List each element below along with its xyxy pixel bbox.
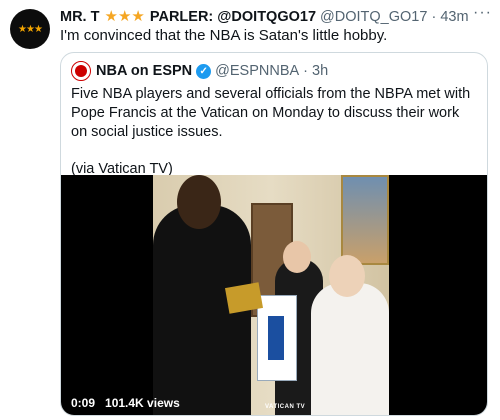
author-handle[interactable]: @DOITQ_GO17 <box>320 9 427 25</box>
tweet-time[interactable]: 43m <box>440 9 468 25</box>
video-frame: VATICAN TV <box>153 175 389 415</box>
quoted-tweet-header: NBA on ESPN ✓ @ESPNNBA · 3h <box>71 61 328 81</box>
pope-figure <box>311 283 389 415</box>
tweet-header: MR. T ★★★ PARLER: @DOITQGO17 @DOITQ_GO17… <box>60 7 490 27</box>
author-avatar[interactable]: ★★★ <box>10 9 50 49</box>
quoted-tweet-time: 3h <box>312 63 329 79</box>
pope-head <box>329 255 365 297</box>
verified-badge-icon: ✓ <box>196 63 212 79</box>
author-name[interactable]: MR. T <box>60 9 99 25</box>
quoted-author-handle: @ESPNNBA <box>215 63 300 79</box>
video-overlay: 0:09 101.4K views <box>71 396 180 410</box>
quoted-tweet-text: Five NBA players and several officials f… <box>71 85 476 179</box>
video-watermark: VATICAN TV <box>265 404 306 410</box>
more-options-icon[interactable]: ··· <box>473 4 492 22</box>
tweet-text: I'm convinced that the NBA is Satan's li… <box>60 27 388 44</box>
avatar-stars: ★★★ <box>18 23 43 35</box>
quoted-separator: · <box>303 63 309 79</box>
priest-head <box>283 241 311 273</box>
video-time: 0:09 <box>71 396 96 410</box>
star-icons: ★★★ <box>104 8 145 25</box>
painting <box>341 175 389 265</box>
quoted-tweet-body: Five NBA players and several officials f… <box>71 86 471 140</box>
player-head <box>177 175 221 229</box>
video-player[interactable]: VATICAN TV 0:09 101.4K views <box>61 175 487 415</box>
author-name-suffix[interactable]: PARLER: @DOITQGO17 <box>150 9 316 25</box>
quoted-tweet[interactable]: NBA on ESPN ✓ @ESPNNBA · 3h Five NBA pla… <box>60 52 488 416</box>
quoted-author-name: NBA on ESPN <box>96 63 193 79</box>
header-separator: · <box>431 9 437 25</box>
jersey <box>257 295 297 381</box>
video-views: 101.4K views <box>105 396 180 410</box>
espn-avatar <box>71 61 91 81</box>
